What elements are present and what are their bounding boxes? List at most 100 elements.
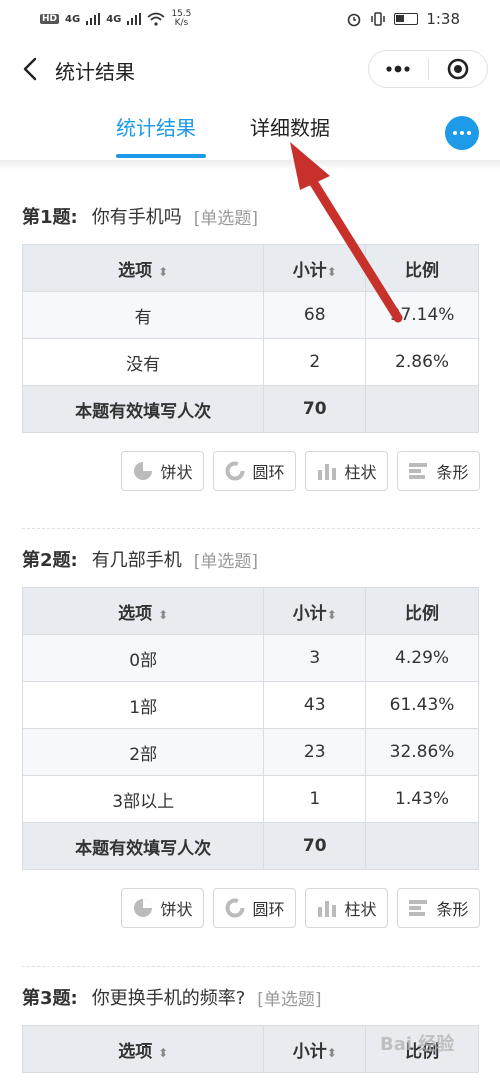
total-empty: [365, 385, 479, 433]
sort-icon: ⬍: [158, 1045, 169, 1060]
question-text: 你更换手机的频率?: [91, 988, 246, 1009]
sort-icon: ⬍: [158, 264, 169, 279]
cell-ratio: 61.43%: [365, 681, 479, 729]
table-row: 0部 3 4.29%: [21, 634, 479, 682]
bar-chart-label: 条形: [436, 900, 469, 919]
bar-chart-button[interactable]: 条形: [397, 888, 480, 928]
header-count-label: 小计: [292, 260, 327, 281]
table-row: 没有 2 2.86%: [21, 338, 479, 386]
question-title: 第3题: 你更换手机的频率? [单选题]: [22, 977, 480, 1017]
cell-count: 23: [263, 728, 367, 776]
tab-detailed-data[interactable]: 详细数据: [250, 112, 330, 141]
table-row: 2部 23 32.86%: [21, 728, 479, 776]
pie-chart-icon: [134, 899, 153, 917]
header-count-label: 小计: [292, 1041, 327, 1062]
cell-option: 3部以上: [21, 775, 265, 823]
status-left: HD 4G 4G 15.5 K/s: [40, 10, 191, 28]
cell-option: 2部: [21, 728, 265, 776]
header-option[interactable]: 选项 ⬍: [21, 244, 265, 292]
tab-active-indicator: [116, 154, 206, 158]
pie-chart-button[interactable]: 饼状: [121, 888, 204, 928]
wifi-icon: [147, 12, 165, 26]
cell-count: 68: [263, 291, 367, 339]
cell-option: 有: [21, 291, 265, 339]
more-button[interactable]: [445, 116, 479, 150]
header-option-label: 选项: [118, 1041, 153, 1062]
total-label: 本题有效填写人次: [21, 385, 265, 433]
table-row: 有 68 97.14%: [21, 291, 479, 339]
cell-ratio: 1.43%: [365, 775, 479, 823]
ring-chart-label: 圆环: [252, 463, 285, 482]
ring-chart-button[interactable]: 圆环: [213, 451, 296, 491]
question-number: 第2题:: [22, 550, 78, 571]
total-label: 本题有效填写人次: [21, 822, 265, 870]
total-value: 70: [263, 822, 367, 870]
speed-unit: K/s: [174, 18, 189, 28]
column-chart-button[interactable]: 柱状: [305, 451, 388, 491]
question-number: 第3题:: [22, 988, 78, 1009]
signal-icon-2: [127, 13, 142, 25]
column-chart-icon: [318, 901, 337, 917]
more-dots-icon: [453, 131, 471, 135]
sort-icon: ⬍: [158, 607, 169, 622]
bar-chart-icon: [409, 463, 428, 479]
tab-statistics[interactable]: 统计结果: [116, 112, 196, 141]
header-ratio: 比例: [365, 587, 479, 635]
header-option[interactable]: 选项 ⬍: [21, 587, 265, 635]
question-1: 第1题: 你有手机吗 [单选题] 选项 ⬍ 小计⬍ 比例 有 68 97.14%…: [21, 196, 480, 491]
bar-chart-icon: [409, 900, 428, 916]
header-option-label: 选项: [118, 603, 153, 624]
total-value: 70: [263, 385, 367, 433]
bar-chart-button[interactable]: 条形: [397, 451, 480, 491]
question-type: [单选题]: [193, 551, 258, 572]
table-total-row: 本题有效填写人次 70: [21, 385, 479, 433]
status-bar: HD 4G 4G 15.5 K/s 1:38: [0, 0, 500, 38]
back-icon[interactable]: [20, 56, 42, 82]
column-chart-icon: [318, 464, 337, 480]
result-table: 选项 ⬍ 小计⬍ 比例 0部 3 4.29% 1部 43 61.43% 2部 2…: [21, 587, 479, 870]
pie-chart-button[interactable]: 饼状: [121, 451, 204, 491]
ring-chart-button[interactable]: 圆环: [213, 888, 296, 928]
pie-chart-label: 饼状: [160, 900, 193, 919]
capsule-menu-button[interactable]: [369, 51, 428, 87]
column-chart-label: 柱状: [344, 463, 377, 482]
alarm-icon: [348, 13, 361, 27]
ring-chart-label: 圆环: [252, 900, 285, 919]
status-right: 1:38: [346, 10, 460, 28]
cell-count: 1: [263, 775, 367, 823]
table-row: 3部以上 1 1.43%: [21, 775, 479, 823]
cell-count: 43: [263, 681, 367, 729]
sort-icon: ⬍: [326, 264, 337, 279]
pie-chart-icon: [134, 462, 153, 480]
column-chart-label: 柱状: [344, 900, 377, 919]
sort-icon: ⬍: [326, 1045, 337, 1060]
vibrate-icon: [371, 12, 386, 26]
column-chart-button[interactable]: 柱状: [305, 888, 388, 928]
header-option[interactable]: 选项 ⬍: [21, 1025, 265, 1073]
ring-chart-icon: [225, 461, 245, 481]
section-divider: [22, 966, 480, 967]
header-count[interactable]: 小计⬍: [263, 244, 367, 292]
question-text: 有几部手机: [91, 550, 182, 571]
cell-ratio: 97.14%: [365, 291, 479, 339]
table-header-row: 选项 ⬍ 小计⬍ 比例: [21, 244, 479, 292]
cell-option: 没有: [21, 338, 265, 386]
tab-bar: 统计结果 详细数据: [0, 104, 500, 160]
hd-badge: HD: [40, 14, 60, 24]
cell-option: 1部: [21, 681, 265, 729]
header-count[interactable]: 小计⬍: [263, 587, 367, 635]
question-type: [单选题]: [257, 989, 322, 1010]
cell-count: 3: [263, 634, 367, 682]
question-title: 第2题: 有几部手机 [单选题]: [22, 539, 480, 579]
cell-ratio: 2.86%: [365, 338, 479, 386]
sort-icon: ⬍: [326, 607, 337, 622]
signal-4g-2: 4G: [106, 13, 122, 25]
tab-shadow: [0, 160, 500, 170]
header-count[interactable]: 小计⬍: [263, 1025, 367, 1073]
header-option-label: 选项: [118, 260, 153, 281]
cell-ratio: 4.29%: [365, 634, 479, 682]
capsule-close-button[interactable]: [429, 51, 488, 87]
question-2: 第2题: 有几部手机 [单选题] 选项 ⬍ 小计⬍ 比例 0部 3 4.29% …: [21, 539, 480, 928]
total-empty: [365, 822, 479, 870]
result-table: 选项 ⬍ 小计⬍ 比例 有 68 97.14% 没有 2 2.86% 本题有效填…: [21, 244, 479, 433]
